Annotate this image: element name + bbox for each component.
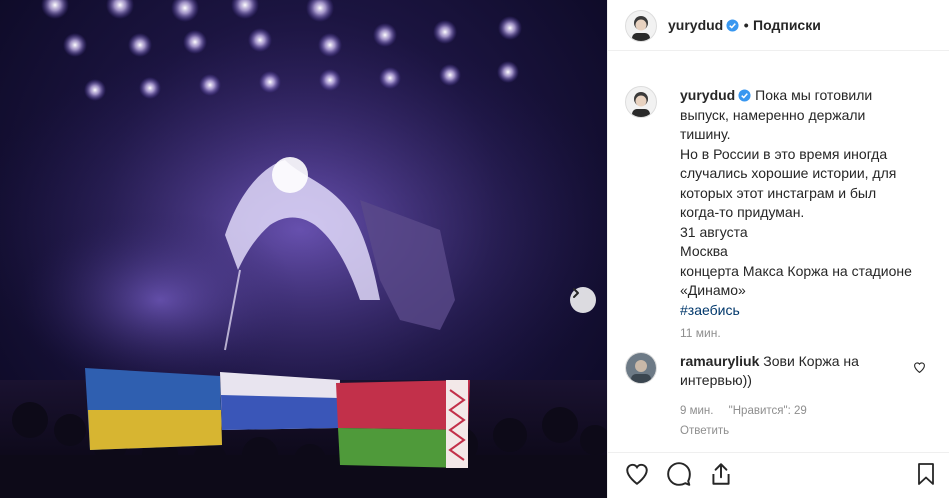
comment-timestamp[interactable]: 9 мин. — [680, 405, 713, 417]
avatar[interactable] — [625, 10, 657, 42]
comment-avatar[interactable] — [625, 352, 657, 384]
following-button[interactable]: Подписки — [753, 17, 821, 33]
hashtag-link[interactable]: #заебись — [680, 301, 930, 321]
caption-line: концерта Макса Коржа на стадионе — [680, 262, 912, 279]
heart-icon — [914, 362, 925, 374]
caption-line: Пока мы готовили — [755, 87, 873, 103]
post-caption: yurydud Пока мы готовили выпуск, намерен… — [680, 86, 930, 320]
caption-line: Москва — [680, 243, 728, 259]
share-icon — [712, 463, 730, 485]
caption-username[interactable]: yurydud — [680, 87, 735, 103]
comment-meta: 9 мин. "Нравится": 29 — [680, 405, 819, 417]
comment-like-button[interactable] — [913, 361, 926, 379]
chevron-right-icon — [573, 288, 579, 298]
verified-icon — [726, 19, 739, 32]
bookmark-icon — [918, 463, 934, 485]
comment-username[interactable]: ramauryliuk — [680, 353, 759, 369]
verified-icon — [738, 89, 751, 102]
header-dot: • — [743, 17, 749, 33]
avatar-image — [632, 92, 650, 117]
comment-body: ramauryliuk Зови Коржа на интервью)) — [680, 352, 900, 390]
caption-line: тишину. — [680, 126, 731, 142]
next-photo-button[interactable] — [570, 287, 596, 313]
comment-icon — [667, 462, 691, 486]
caption-line: случались хорошие истории, для — [680, 165, 897, 181]
action-bar — [608, 452, 949, 499]
caption-line: когда-то придуман. — [680, 204, 805, 220]
caption-line: которых этот инстаграм и был — [680, 184, 877, 201]
heart-icon — [626, 463, 648, 485]
comment-button[interactable] — [666, 461, 692, 492]
comment-likes[interactable]: "Нравится": 29 — [729, 405, 807, 417]
like-button[interactable] — [624, 461, 650, 492]
post-photo[interactable] — [0, 0, 607, 498]
post-header: yurydud • Подписки — [608, 0, 949, 51]
avatar-image — [626, 353, 656, 383]
reply-button[interactable]: Ответить — [680, 425, 729, 437]
caption-line: «Динамо» — [680, 282, 746, 298]
share-button[interactable] — [708, 461, 734, 492]
caption-avatar[interactable] — [625, 86, 657, 118]
save-button[interactable] — [914, 461, 938, 492]
caption-line: 31 августа — [680, 223, 748, 240]
header-username[interactable]: yurydud — [668, 17, 723, 33]
caption-timestamp[interactable]: 11 мин. — [680, 326, 721, 340]
concert-scene — [0, 0, 607, 498]
caption-line: выпуск, намеренно держали — [680, 106, 866, 123]
post-side-panel: yurydud • Подписки yurydud Пока мы готов… — [607, 0, 949, 498]
avatar-image — [632, 16, 650, 41]
caption-line: Но в России в это время иногда — [680, 145, 888, 162]
